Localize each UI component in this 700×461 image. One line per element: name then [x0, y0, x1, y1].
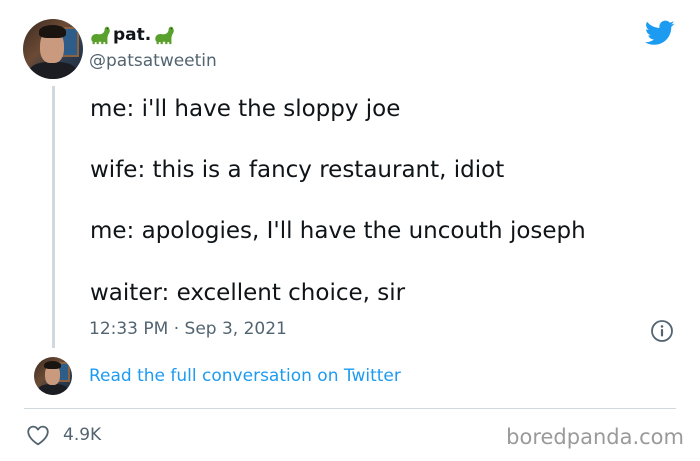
thread-connector-line: [52, 86, 55, 348]
like-count: 4.9K: [63, 425, 102, 445]
twitter-bird-icon[interactable]: [645, 20, 675, 46]
avatar-hair: [43, 360, 62, 370]
sauropod-dinosaur-icon: [155, 26, 175, 45]
tweet-line: me: i'll have the sloppy joe: [90, 96, 401, 122]
like-button[interactable]: 4.9K: [26, 424, 101, 446]
viewer-avatar[interactable]: [34, 357, 72, 395]
tweet-line: me: apologies, I'll have the uncouth jos…: [90, 218, 586, 244]
author-display-name[interactable]: pat.: [113, 25, 151, 45]
author-name-row[interactable]: pat.: [89, 24, 175, 46]
tweet-line: waiter: excellent choice, sir: [90, 280, 406, 306]
divider: [24, 408, 676, 409]
sauropod-dinosaur-icon: [91, 26, 110, 45]
tweet-line: wife: this is a fancy restaurant, idiot: [90, 157, 505, 183]
boredpanda-watermark: boredpanda.com: [506, 425, 684, 449]
author-handle[interactable]: @patsatweetin: [89, 51, 217, 71]
avatar-hair: [38, 25, 67, 39]
heart-icon: [27, 425, 49, 446]
avatar-shirt: [37, 384, 69, 395]
author-avatar[interactable]: [23, 19, 83, 79]
read-conversation-link[interactable]: Read the full conversation on Twitter: [89, 366, 401, 386]
avatar-shirt: [29, 62, 77, 79]
tweet-timestamp[interactable]: 12:33 PM · Sep 3, 2021: [89, 319, 287, 339]
info-icon[interactable]: [650, 319, 674, 343]
